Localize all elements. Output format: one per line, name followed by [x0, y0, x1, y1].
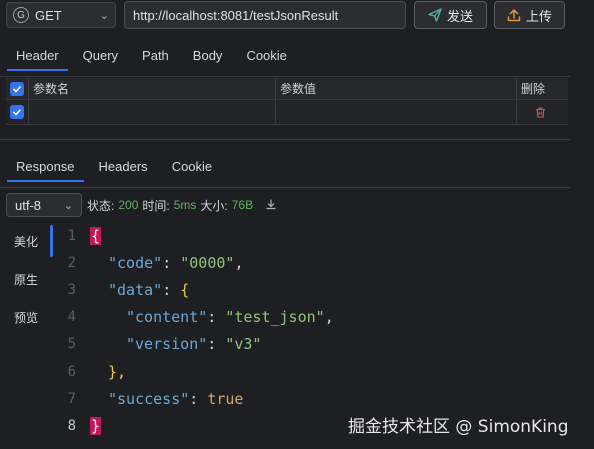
tab-cookie[interactable]: Cookie [246, 48, 286, 63]
chevron-down-icon: ⌄ [63, 199, 73, 212]
row-checkbox[interactable] [6, 100, 29, 124]
divider [0, 187, 570, 188]
checkmark-icon [10, 105, 24, 119]
view-mode-sidebar: 美化 原生 预览 [0, 222, 50, 449]
code-line: 3 "data": { [56, 276, 594, 303]
status-label: 状态: [87, 198, 115, 213]
code-line: 4 "content": "test_json", [56, 304, 594, 331]
watermark: 掘金技术社区 @ SimonKing [348, 417, 569, 437]
json-brace: { [90, 226, 102, 245]
trash-icon [536, 106, 545, 118]
json-brace: } [90, 416, 102, 435]
encoding-value: utf-8 [15, 197, 42, 213]
table-header-row: 参数名 参数值 删除 [6, 78, 568, 100]
code-line: 7 "success": true [56, 385, 594, 412]
code-line: 2 "code": "0000", [56, 249, 594, 276]
url-value: http://localhost:8081/testJsonResult [133, 7, 339, 23]
json-string: "0000" [180, 253, 235, 272]
json-key: "version" [126, 335, 208, 354]
json-key: "code" [108, 253, 163, 272]
size-label: 大小: [200, 198, 228, 213]
param-value-input[interactable] [276, 100, 517, 124]
tab-body[interactable]: Body [193, 48, 223, 63]
json-brace: }, [108, 362, 127, 381]
request-tabs: Header Query Path Body Cookie [7, 40, 287, 71]
response-status-line: 状态: 200 时间: 5ms 大小: 76B [87, 193, 277, 217]
download-icon[interactable] [265, 198, 277, 213]
table-row [6, 100, 568, 125]
time-value: 5ms [173, 198, 197, 212]
header-params-table: 参数名 参数值 删除 [6, 78, 568, 125]
line-number: 4 [67, 309, 76, 326]
param-name-input[interactable] [29, 100, 276, 124]
method-badge-icon: G [13, 7, 29, 23]
code-line: 1 { [56, 222, 594, 249]
upload-label: 上传 [525, 8, 552, 24]
upload-button[interactable]: 上传 [494, 1, 565, 29]
encoding-select[interactable]: utf-8 ⌄ [6, 193, 82, 217]
tab-response-headers[interactable]: Headers [99, 159, 148, 174]
tab-path[interactable]: Path [142, 48, 169, 63]
tab-query[interactable]: Query [83, 48, 118, 63]
view-mode-raw[interactable]: 原生 [0, 260, 50, 298]
method-value: GET [35, 7, 62, 23]
column-header-delete: 删除 [521, 82, 546, 96]
code-line: 6 }, [56, 358, 594, 385]
select-all-checkbox[interactable] [6, 78, 29, 99]
json-brace: { [180, 280, 190, 299]
line-number: 6 [67, 363, 76, 380]
tab-header[interactable]: Header [7, 48, 68, 71]
send-icon [428, 8, 442, 22]
line-number: 5 [67, 336, 76, 353]
line-number: 7 [67, 390, 76, 407]
send-label: 发送 [446, 8, 473, 24]
tab-response-cookie[interactable]: Cookie [172, 159, 212, 174]
line-number: 2 [67, 254, 76, 271]
url-input[interactable]: http://localhost:8081/testJsonResult [124, 1, 406, 29]
json-key: "data" [108, 280, 163, 299]
method-select[interactable]: G GET ⌄ [6, 2, 116, 28]
view-mode-pretty[interactable]: 美化 [0, 222, 50, 260]
time-label: 时间: [142, 198, 170, 213]
line-number: 1 [67, 227, 76, 244]
view-mode-active-indicator [50, 225, 53, 257]
checkmark-icon [10, 81, 24, 96]
tab-response[interactable]: Response [7, 159, 84, 182]
json-boolean: true [207, 389, 244, 408]
size-value: 76B [231, 198, 254, 212]
delete-row-button[interactable] [517, 100, 568, 124]
chevron-down-icon: ⌄ [99, 9, 109, 22]
response-tabs: Response Headers Cookie [7, 151, 212, 182]
json-string: "v3" [225, 335, 262, 354]
view-mode-preview[interactable]: 预览 [0, 298, 50, 336]
send-button[interactable]: 发送 [414, 1, 487, 29]
divider [0, 76, 570, 77]
line-number: 3 [67, 281, 76, 298]
line-number: 8 [67, 417, 76, 434]
column-header-name: 参数名 [29, 78, 276, 99]
json-key: "success" [108, 389, 190, 408]
column-header-value: 参数值 [276, 78, 517, 99]
divider [0, 139, 570, 140]
json-key: "content" [126, 308, 208, 327]
json-string: "test_json" [225, 308, 325, 327]
code-line: 5 "version": "v3" [56, 331, 594, 358]
upload-icon [507, 9, 521, 22]
status-value: 200 [118, 198, 139, 212]
